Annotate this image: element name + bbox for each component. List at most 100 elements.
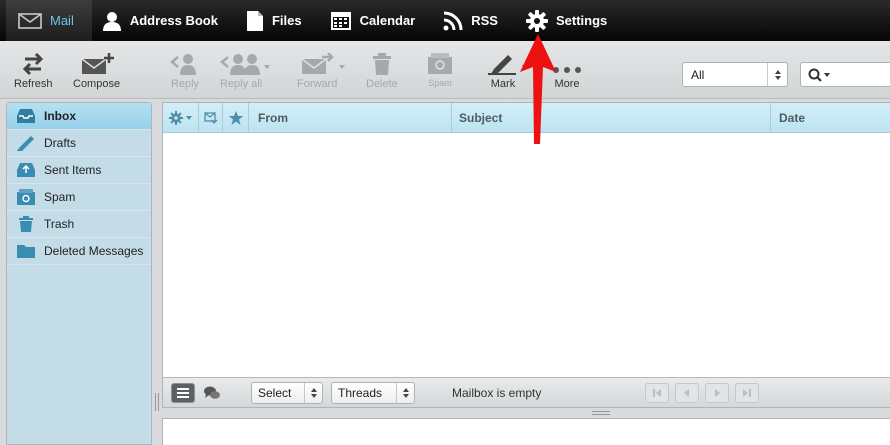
filter-arrows-icon [767,63,787,86]
spam-icon [428,53,452,74]
reply-label: Reply [170,78,200,90]
spam-icon [17,189,35,205]
reply-all-icon [220,54,261,75]
reply-all-button[interactable]: Reply all [220,53,271,90]
nav-files-label: Files [271,13,302,28]
search-input[interactable] [800,62,890,87]
delete-button[interactable]: Delete [366,53,398,90]
reply-button[interactable]: Reply [170,53,200,90]
list-icon [177,388,189,398]
previous-page-icon [684,389,689,397]
forward-button[interactable]: Forward [297,53,346,90]
first-page-icon [653,389,661,397]
compose-button[interactable]: Compose [73,53,120,90]
previous-page-button[interactable] [675,383,699,403]
select-menu-label: Select [258,386,292,400]
first-page-button[interactable] [645,383,669,403]
annotation-arrow-icon [520,34,556,144]
column-from[interactable]: From [249,103,452,132]
folder-inbox[interactable]: Inbox [7,103,151,130]
nav-rss[interactable]: RSS [433,0,516,41]
folder-inbox-label: Inbox [44,109,76,123]
nav-mail[interactable]: Mail [6,0,92,41]
search-icon[interactable] [808,68,832,82]
nav-rss-label: RSS [471,13,498,28]
nav-mail-label: Mail [50,13,74,28]
filter-value: All [691,68,705,82]
rss-icon [443,11,463,30]
folder-spam[interactable]: Spam [7,184,151,211]
trash-icon [19,216,33,232]
message-list-footer: Select Threads Mailbox is empty [163,377,890,407]
delete-label: Delete [366,78,398,90]
reply-all-label: Reply all [220,78,263,90]
folder-deleted-messages-label: Deleted Messages [44,244,144,258]
message-list: From Subject Date Select Threads Mailbox… [162,102,890,408]
next-page-button[interactable] [705,383,729,403]
folder-icon [17,245,35,258]
column-subject[interactable]: Subject [452,103,771,132]
grip-icon [155,393,159,411]
nav-address-book[interactable]: Address Book [92,0,236,41]
mail-icon [18,12,42,29]
select-menu[interactable]: Select [251,382,323,404]
forward-label: Forward [297,78,338,90]
folder-trash-label: Trash [44,217,75,231]
compose-label: Compose [73,78,121,90]
reply-all-dropdown-icon[interactable] [264,65,271,69]
folder-drafts-label: Drafts [44,136,77,150]
more-label: More [554,78,580,90]
folder-list: Inbox Drafts Sent Items Spam Trash Delet… [6,102,152,445]
folder-sent-items[interactable]: Sent Items [7,157,151,184]
mailbox-status: Mailbox is empty [452,386,542,400]
compose-icon [81,53,114,74]
nav-address-book-label: Address Book [129,13,218,28]
refresh-label: Refresh [14,78,53,90]
file-icon [246,10,263,31]
list-mode-button[interactable] [171,383,195,403]
folder-sent-items-label: Sent Items [44,163,102,177]
read-status-column[interactable] [199,103,223,132]
gear-icon [525,9,548,32]
trash-icon [372,53,391,75]
mark-label: Mark [490,78,516,90]
folder-spam-label: Spam [44,190,76,204]
column-date-label: Date [779,110,806,125]
top-navigation: Mail Address Book Files Calendar RSS Set… [0,0,890,41]
vertical-splitter-handle[interactable] [154,393,160,411]
folder-drafts[interactable]: Drafts [7,130,151,157]
forward-dropdown-icon[interactable] [339,65,346,69]
list-options-button[interactable] [163,103,199,132]
reply-icon [170,54,196,75]
message-preview-pane [162,418,890,445]
inbox-icon [17,109,35,123]
column-from-label: From [258,110,288,125]
horizontal-splitter[interactable] [162,408,890,418]
nav-files[interactable]: Files [236,0,320,41]
flag-column[interactable] [223,103,249,132]
chat-bubbles-icon [204,386,220,399]
gear-icon [168,110,192,125]
mailbox-filter-select[interactable]: All [682,62,788,87]
refresh-button[interactable]: Refresh [14,53,53,90]
person-icon [102,11,121,31]
nav-calendar[interactable]: Calendar [320,0,434,41]
spam-button[interactable]: Spam [427,53,453,88]
mark-button[interactable]: Mark [486,53,528,90]
marker-icon [488,55,516,75]
next-page-icon [715,389,720,397]
star-icon [228,110,243,125]
folder-trash[interactable]: Trash [7,211,151,238]
column-date[interactable]: Date [771,103,890,132]
threads-mode-button[interactable] [203,385,221,404]
pencil-icon [17,136,34,151]
folder-deleted-messages[interactable]: Deleted Messages [7,238,151,265]
forward-icon [301,53,334,74]
threads-menu[interactable]: Threads [331,382,415,404]
refresh-icon [23,53,44,75]
last-page-button[interactable] [735,383,759,403]
grip-icon [592,411,610,415]
spam-label: Spam [428,78,452,88]
select-arrows-icon [304,383,322,403]
nav-calendar-label: Calendar [359,13,416,28]
